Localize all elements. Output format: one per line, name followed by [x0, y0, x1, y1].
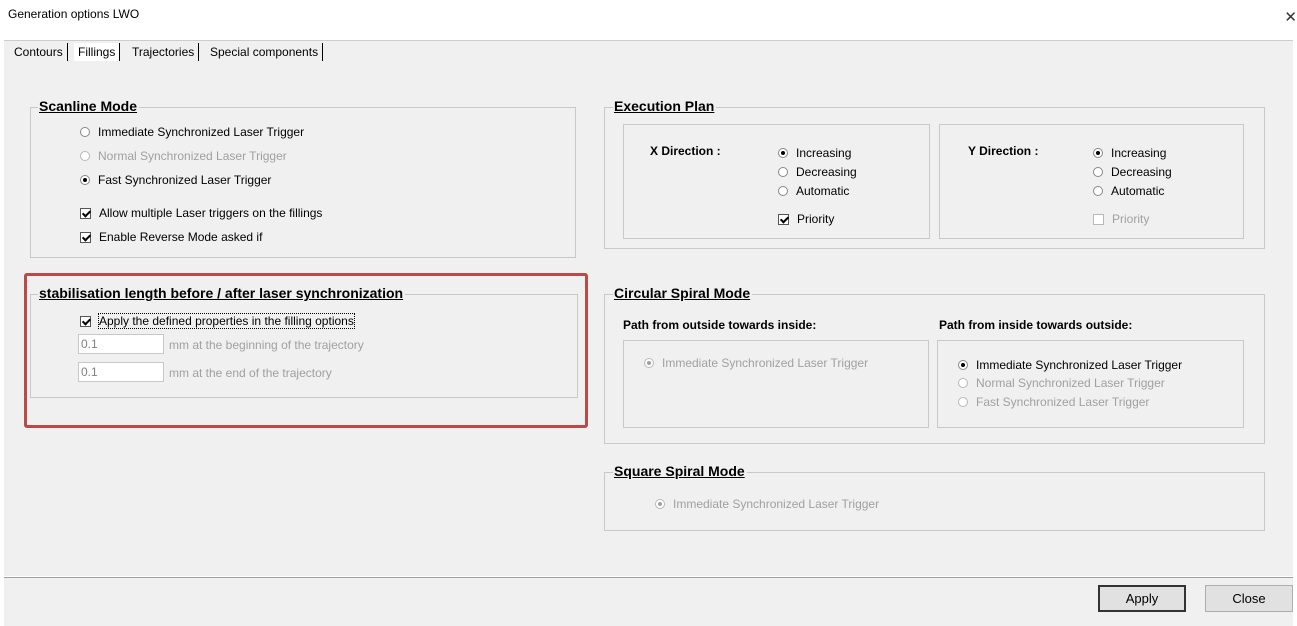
y-priority-checkbox: Priority — [1093, 212, 1149, 226]
y-automatic-option[interactable]: Automatic — [1093, 184, 1164, 198]
radio-icon — [644, 358, 654, 368]
radio-icon — [958, 378, 968, 388]
close-button[interactable]: Close — [1205, 585, 1293, 612]
window-title: Generation options LWO — [8, 7, 140, 21]
checkbox-icon[interactable] — [80, 231, 91, 243]
title-bar — [0, 0, 1297, 30]
y-increasing-option[interactable]: Increasing — [1093, 146, 1166, 160]
x-decreasing-option[interactable]: Decreasing — [778, 165, 857, 179]
inside-out-option-immediate[interactable]: Immediate Synchronized Laser Trigger — [958, 358, 1182, 372]
circular-spiral-title: Circular Spiral Mode — [613, 285, 753, 301]
y-direction-panel — [939, 124, 1244, 239]
inside-out-option-normal: Normal Synchronized Laser Trigger — [958, 376, 1165, 390]
scanline-option-fast[interactable]: Fast Synchronized Laser Trigger — [80, 173, 271, 187]
x-automatic-option[interactable]: Automatic — [778, 184, 849, 198]
checkbox-icon — [1093, 213, 1104, 225]
execution-plan-title: Execution Plan — [613, 98, 717, 114]
radio-icon[interactable] — [778, 148, 788, 158]
tab-fillings[interactable]: Fillings — [74, 43, 121, 61]
inside-out-option-fast: Fast Synchronized Laser Trigger — [958, 395, 1149, 409]
tab-trajectories[interactable]: Trajectories — [128, 43, 200, 61]
radio-icon[interactable] — [778, 167, 788, 177]
allow-multiple-triggers-checkbox[interactable]: Allow multiple Laser triggers on the fil… — [80, 206, 322, 220]
tab-contours[interactable]: Contours — [10, 43, 68, 61]
y-direction-label: Y Direction : — [968, 144, 1039, 158]
scanline-option-immediate[interactable]: Immediate Synchronized Laser Trigger — [80, 125, 304, 139]
apply-button[interactable]: Apply — [1098, 585, 1186, 612]
radio-icon[interactable] — [80, 127, 90, 137]
x-direction-label: X Direction : — [650, 144, 721, 158]
radio-icon — [80, 151, 90, 161]
x-priority-checkbox[interactable]: Priority — [778, 212, 834, 226]
outside-in-label: Path from outside towards inside: — [623, 318, 817, 332]
radio-icon[interactable] — [1093, 148, 1103, 158]
inside-out-label: Path from inside towards outside: — [939, 318, 1133, 332]
close-icon[interactable]: ✕ — [1284, 8, 1297, 26]
radio-icon[interactable] — [1093, 167, 1103, 177]
outside-in-panel — [623, 340, 929, 428]
x-direction-panel — [623, 124, 930, 239]
scanline-mode-title: Scanline Mode — [38, 98, 140, 114]
radio-icon[interactable] — [1093, 186, 1103, 196]
square-spiral-title: Square Spiral Mode — [613, 463, 747, 479]
enable-reverse-mode-checkbox[interactable]: Enable Reverse Mode asked if — [80, 230, 262, 244]
scanline-option-normal: Normal Synchronized Laser Trigger — [80, 149, 287, 163]
square-spiral-option: Immediate Synchronized Laser Trigger — [655, 497, 879, 511]
radio-icon — [655, 499, 665, 509]
y-decreasing-option[interactable]: Decreasing — [1093, 165, 1172, 179]
outside-in-option: Immediate Synchronized Laser Trigger — [644, 356, 868, 370]
radio-icon[interactable] — [80, 175, 90, 185]
checkbox-icon[interactable] — [778, 213, 789, 225]
radio-icon[interactable] — [958, 360, 968, 370]
highlight-box — [24, 273, 588, 428]
radio-icon[interactable] — [778, 186, 788, 196]
x-increasing-option[interactable]: Increasing — [778, 146, 851, 160]
tab-special-components[interactable]: Special components — [206, 43, 324, 61]
radio-icon — [958, 397, 968, 407]
checkbox-icon[interactable] — [80, 207, 91, 219]
